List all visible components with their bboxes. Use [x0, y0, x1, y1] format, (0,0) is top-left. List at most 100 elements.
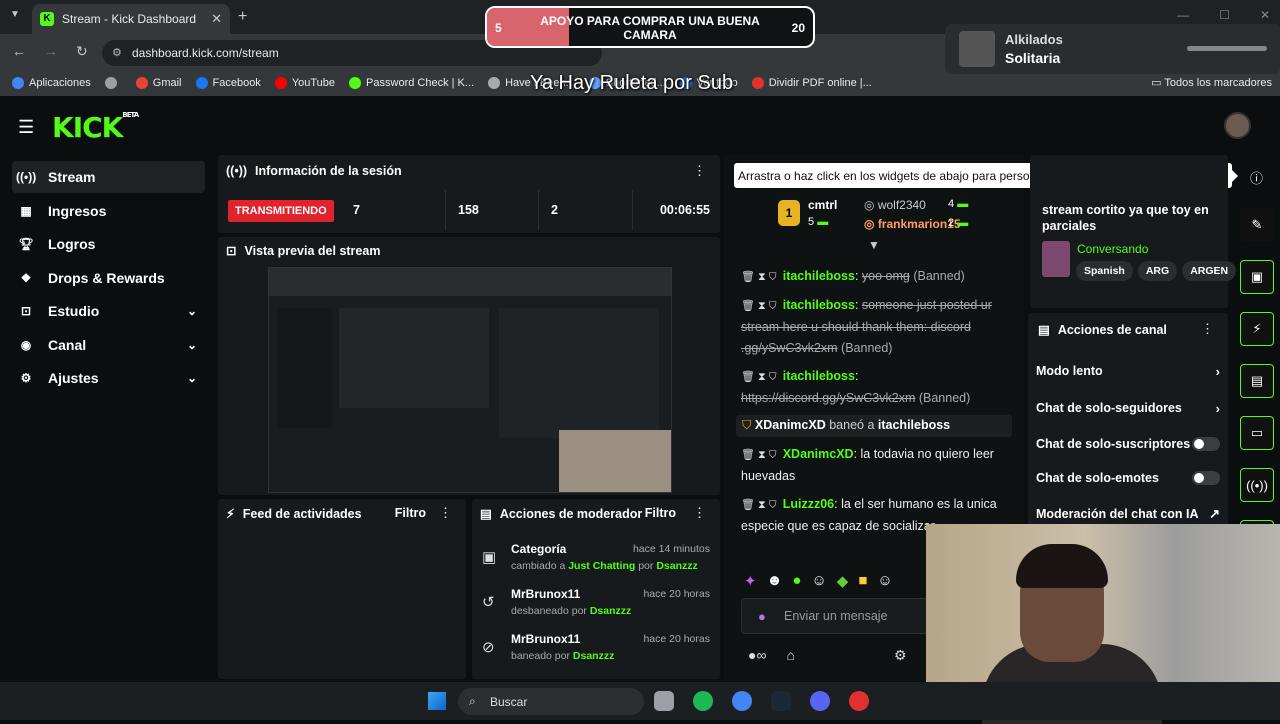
- sidebar-item-drops[interactable]: ❖ Drops & Rewards: [12, 262, 205, 294]
- close-window-icon[interactable]: ✕: [1260, 8, 1270, 22]
- leader-third-name[interactable]: ◎ frankmarion15: [864, 217, 961, 231]
- chevron-down-icon[interactable]: ⌄: [187, 304, 197, 318]
- bookmark-item[interactable]: Gmail: [135, 77, 182, 89]
- widget-icon[interactable]: ▣: [1240, 260, 1274, 294]
- channel-action-row[interactable]: Chat de solo-seguidores ›: [1036, 398, 1220, 418]
- sidebar-item-canal[interactable]: ◉ Canal ⌄: [12, 329, 205, 361]
- more-icon[interactable]: ⋮: [693, 505, 706, 521]
- emote-icon[interactable]: ◆: [837, 572, 849, 590]
- chat-settings-icon[interactable]: ⚙: [894, 647, 907, 664]
- stream-tag[interactable]: Spanish: [1076, 261, 1133, 281]
- steam-icon[interactable]: [771, 691, 791, 711]
- emote-icon[interactable]: ☺: [877, 572, 892, 590]
- mod-filter-button[interactable]: Filtro: [645, 506, 676, 520]
- broadcast-icon[interactable]: ((•)): [1240, 468, 1274, 502]
- tab-search-icon[interactable]: ▼: [10, 9, 20, 20]
- chat-username[interactable]: itachileboss: [783, 269, 855, 283]
- chat-username[interactable]: Luizzz06: [783, 497, 834, 511]
- discord-icon[interactable]: [810, 691, 830, 711]
- stream-category[interactable]: Conversando: [1077, 242, 1148, 256]
- tool-rail: ✎ ▣ ⚡︎ ▤ ▭ ((•)) ▦: [1240, 208, 1274, 554]
- more-icon[interactable]: ⋮: [439, 505, 452, 521]
- external-link-icon[interactable]: ↗: [1209, 506, 1220, 522]
- chevron-right-icon[interactable]: ›: [1216, 401, 1220, 416]
- taskbar-search[interactable]: ⌕ Buscar: [458, 688, 644, 715]
- chat-username[interactable]: itachileboss: [783, 369, 855, 383]
- category-link[interactable]: Just Chatting: [568, 560, 635, 572]
- feed-filter-button[interactable]: Filtro: [395, 506, 426, 520]
- more-icon[interactable]: ⋮: [693, 163, 706, 179]
- chat-username[interactable]: itachileboss: [783, 298, 855, 312]
- toggle-switch[interactable]: [1192, 437, 1220, 451]
- leader-first-name[interactable]: cmtrl: [808, 198, 837, 212]
- minimize-icon[interactable]: —: [1177, 8, 1189, 22]
- reload-icon[interactable]: ↻: [76, 43, 88, 60]
- moderator-link[interactable]: Dsanzzz: [656, 560, 697, 572]
- bookmark-item[interactable]: Password Check | K...: [349, 77, 474, 89]
- toggle-switch[interactable]: [1192, 471, 1220, 485]
- leader-second-name[interactable]: ◎ wolf2340: [864, 198, 926, 212]
- stream-tag[interactable]: ARG: [1137, 261, 1178, 281]
- maximize-icon[interactable]: ☐: [1219, 8, 1230, 22]
- moderator-link[interactable]: Dsanzzz: [590, 605, 631, 617]
- site-info-icon[interactable]: ⚙: [112, 46, 122, 59]
- new-tab-icon[interactable]: +: [238, 8, 247, 26]
- emote-icon[interactable]: ■: [858, 572, 867, 590]
- more-icon[interactable]: ⋮: [1201, 321, 1214, 337]
- document-icon[interactable]: ▤: [1240, 364, 1274, 398]
- microphone-icon[interactable]: ●: [758, 609, 766, 624]
- chrome-icon[interactable]: [732, 691, 752, 711]
- emote-icon[interactable]: ☻: [767, 572, 783, 590]
- emote-icon[interactable]: ☺: [811, 572, 826, 590]
- channel-action-row[interactable]: Modo lento ›: [1036, 361, 1220, 381]
- mod-tools-icon[interactable]: 🗑︎ ⧗ ⛉: [741, 300, 777, 312]
- menu-icon[interactable]: ☰: [18, 117, 34, 138]
- stream-tag[interactable]: ARGEN: [1182, 261, 1237, 281]
- collapse-icon[interactable]: ▼: [868, 238, 880, 252]
- bookmark-item[interactable]: Facebook: [195, 77, 261, 89]
- sidebar-item-ingresos[interactable]: ▦ Ingresos: [12, 195, 205, 227]
- channel-action-row[interactable]: Chat de solo-emotes: [1036, 468, 1220, 488]
- bookmark-item[interactable]: YouTube: [274, 77, 335, 89]
- mod-tools-icon[interactable]: 🗑︎ ⧗ ⛉: [741, 371, 777, 383]
- info-icon[interactable]: ⓘ: [1250, 168, 1263, 187]
- sidebar-item-ajustes[interactable]: ⚙ Ajustes ⌄: [12, 362, 205, 394]
- mod-tools-icon[interactable]: 🗑︎ ⧗ ⛉: [741, 499, 777, 511]
- chevron-down-icon[interactable]: ⌄: [187, 338, 197, 352]
- emote-icon[interactable]: ✦: [744, 572, 757, 590]
- bookmark-item[interactable]: [104, 77, 122, 89]
- channel-action-row[interactable]: Chat de solo-suscriptores: [1036, 434, 1220, 454]
- avatar[interactable]: [1224, 112, 1251, 139]
- stream-preview-video[interactable]: [268, 267, 672, 493]
- chat-input-placeholder: Enviar un mensaje: [784, 609, 888, 623]
- spotify-icon[interactable]: [693, 691, 713, 711]
- edit-icon[interactable]: ✎: [1240, 208, 1274, 242]
- channel-action-row[interactable]: Moderación del chat con IA ↗: [1036, 504, 1220, 524]
- emote-icon[interactable]: ●: [792, 572, 801, 590]
- bookmark-item[interactable]: Aplicaciones: [12, 77, 91, 89]
- chat-message-input[interactable]: ● Enviar un mensaje: [741, 598, 931, 634]
- kick-logo[interactable]: KICKBETA: [52, 111, 139, 144]
- mod-tools-icon[interactable]: 🗑︎ ⧗ ⛉: [741, 271, 777, 283]
- file-explorer-icon[interactable]: [654, 691, 674, 711]
- chat-username[interactable]: XDanimcXD: [783, 447, 854, 461]
- sidebar-item-stream[interactable]: ((•)) Stream: [12, 161, 205, 193]
- sidebar-item-logros[interactable]: 🏆︎ Logros: [12, 228, 205, 260]
- chevron-down-icon[interactable]: ⌄: [187, 371, 197, 385]
- mod-tools-icon[interactable]: 🗑︎ ⧗ ⛉: [741, 449, 777, 461]
- bolt-icon[interactable]: ⚡︎: [1240, 312, 1274, 346]
- obs-icon[interactable]: [849, 691, 869, 711]
- forward-icon[interactable]: →: [44, 43, 58, 60]
- browser-tab[interactable]: K Stream - Kick Dashboard ✕: [32, 4, 230, 34]
- points-icon[interactable]: ●∞: [748, 647, 766, 663]
- chevron-right-icon[interactable]: ›: [1216, 364, 1220, 379]
- windows-start-icon[interactable]: [428, 692, 446, 710]
- close-tab-icon[interactable]: ✕: [211, 11, 222, 27]
- all-bookmarks[interactable]: ▭ Todos los marcadores: [1151, 76, 1272, 89]
- back-icon[interactable]: ←: [12, 43, 26, 60]
- chat-icon[interactable]: ▭: [1240, 416, 1274, 450]
- moderator-link[interactable]: Dsanzzz: [573, 650, 614, 662]
- sidebar-item-estudio[interactable]: ⊡ Estudio ⌄: [12, 295, 205, 327]
- bookmark-item[interactable]: Dividir PDF online |...: [751, 77, 872, 89]
- store-icon[interactable]: ⌂: [786, 647, 794, 663]
